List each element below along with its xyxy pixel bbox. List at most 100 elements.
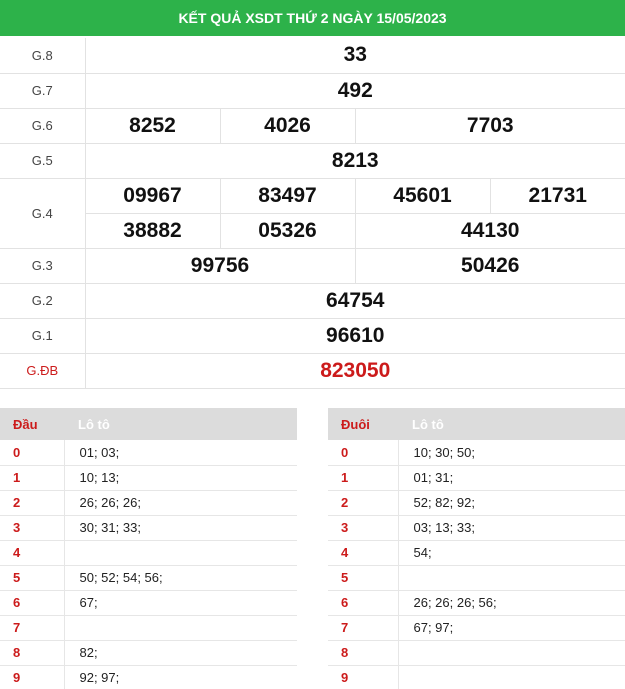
prize-label: G.3 — [0, 247, 86, 284]
prize-number: 8252 — [84, 107, 221, 144]
prize-row-g5: G.5 8213 — [0, 142, 625, 179]
prize-number: 8213 — [84, 142, 625, 179]
prize-label: G.8 — [0, 38, 86, 74]
prize-row-g4b: 38882 05326 44130 — [0, 212, 625, 249]
dau-value: 67; — [64, 590, 297, 616]
prize-number: 50426 — [354, 247, 625, 284]
table-row: 3 03; 13; 33; — [328, 515, 625, 541]
loto-header: Lô tô — [64, 408, 297, 440]
dau-value: 10; 13; — [64, 465, 297, 491]
prize-number: 4026 — [219, 107, 356, 144]
prize-label: G.2 — [0, 282, 86, 319]
dau-value: 82; — [64, 640, 297, 666]
dau-value — [64, 615, 297, 641]
dau-key: 6 — [0, 590, 65, 616]
table-row: 4 54; — [328, 540, 625, 566]
dau-value: 30; 31; 33; — [64, 515, 297, 541]
dau-table: Đầu Lô tô 0 01; 03; 1 10; 13; 2 26; 26; 26; 3 3… — [0, 408, 297, 689]
duoi-key: 6 — [328, 590, 399, 616]
dau-value: 26; 26; 26; — [64, 490, 297, 516]
dau-value: 92; 97; — [64, 665, 297, 689]
table-row: 5 50; 52; 54; 56; — [0, 565, 297, 591]
duoi-value — [398, 665, 625, 689]
prize-number: 09967 — [84, 177, 221, 214]
dau-key: 1 — [0, 465, 65, 491]
prize-number: 38882 — [85, 212, 221, 249]
prize-row-g2: G.2 64754 — [0, 282, 625, 319]
duoi-value: 01; 31; — [398, 465, 625, 491]
prize-number: 96610 — [84, 317, 625, 354]
dau-header: Đầu — [0, 408, 64, 440]
prize-label: G.7 — [0, 72, 86, 109]
dau-value: 50; 52; 54; 56; — [64, 565, 297, 591]
duoi-key: 8 — [328, 640, 399, 666]
duoi-key: 0 — [328, 440, 399, 466]
dau-key: 5 — [0, 565, 65, 591]
prize-number: 492 — [84, 72, 625, 109]
duoi-table: Đuôi Lô tô 0 10; 30; 50; 1 01; 31; 2 52; 82; … — [328, 408, 625, 689]
dau-key: 0 — [0, 440, 65, 466]
duoi-key: 3 — [328, 515, 399, 541]
duoi-key: 1 — [328, 465, 399, 491]
dau-key: 7 — [0, 615, 65, 641]
duoi-value: 67; 97; — [398, 615, 625, 641]
prize-label: G.6 — [0, 107, 86, 144]
table-row: 6 26; 26; 26; 56; — [328, 590, 625, 616]
table-row: 2 52; 82; 92; — [328, 490, 625, 516]
table-row: 6 67; — [0, 590, 297, 616]
duoi-key: 9 — [328, 665, 399, 689]
prize-number: 99756 — [84, 247, 356, 284]
dau-key: 3 — [0, 515, 65, 541]
duoi-key: 2 — [328, 490, 399, 516]
prize-row-special: G.ĐB 823050 — [0, 352, 625, 389]
prize-label: G.5 — [0, 142, 86, 179]
dau-key: 9 — [0, 665, 65, 689]
dau-key: 8 — [0, 640, 65, 666]
table-row: 5 — [328, 565, 625, 591]
prize-number: 7703 — [354, 107, 625, 144]
dau-key: 2 — [0, 490, 65, 516]
table-row: 8 82; — [0, 640, 297, 666]
prize-number: 33 — [84, 38, 625, 74]
duoi-key: 5 — [328, 565, 399, 591]
prize-row-g7: G.7 492 — [0, 72, 625, 109]
prize-row-g6: G.6 8252 4026 7703 — [0, 107, 625, 144]
prize-row-g8: G.8 33 — [0, 38, 625, 74]
table-row: 4 — [0, 540, 297, 566]
table-row: 7 — [0, 615, 297, 641]
special-prize-label: G.ĐB — [0, 352, 86, 389]
prize-number: 44130 — [354, 212, 625, 249]
table-row: 1 01; 31; — [328, 465, 625, 491]
dau-value: 01; 03; — [64, 440, 297, 466]
prize-number: 21731 — [489, 177, 625, 214]
table-row: 8 — [328, 640, 625, 666]
duoi-key: 7 — [328, 615, 399, 641]
results-table: G.8 33 G.7 492 G.6 8252 4026 7703 G.5 82… — [0, 38, 625, 389]
duoi-value: 03; 13; 33; — [398, 515, 625, 541]
table-row: 3 30; 31; 33; — [0, 515, 297, 541]
table-row: 0 01; 03; — [0, 440, 297, 466]
duoi-value: 10; 30; 50; — [398, 440, 625, 466]
prize-number: 45601 — [354, 177, 491, 214]
prize-row-g4a: G.4 09967 83497 45601 21731 — [0, 177, 625, 249]
table-row: 9 — [328, 665, 625, 689]
loto-header: Lô tô — [398, 408, 625, 440]
duoi-value — [398, 640, 625, 666]
duoi-value — [398, 565, 625, 591]
prize-label: G.1 — [0, 317, 86, 354]
duoi-value: 26; 26; 26; 56; — [398, 590, 625, 616]
table-row: 9 92; 97; — [0, 665, 297, 689]
dau-key: 4 — [0, 540, 65, 566]
prize-number: 64754 — [84, 282, 625, 319]
dau-value — [64, 540, 297, 566]
prize-row-g1: G.1 96610 — [0, 317, 625, 354]
prize-row-g3: G.3 99756 50426 — [0, 247, 625, 284]
duoi-key: 4 — [328, 540, 399, 566]
duoi-value: 54; — [398, 540, 625, 566]
duoi-header: Đuôi — [328, 408, 398, 440]
table-row: 7 67; 97; — [328, 615, 625, 641]
special-prize-number: 823050 — [84, 352, 625, 389]
table-row: 2 26; 26; 26; — [0, 490, 297, 516]
prize-label: G.4 — [0, 177, 86, 249]
duoi-value: 52; 82; 92; — [398, 490, 625, 516]
